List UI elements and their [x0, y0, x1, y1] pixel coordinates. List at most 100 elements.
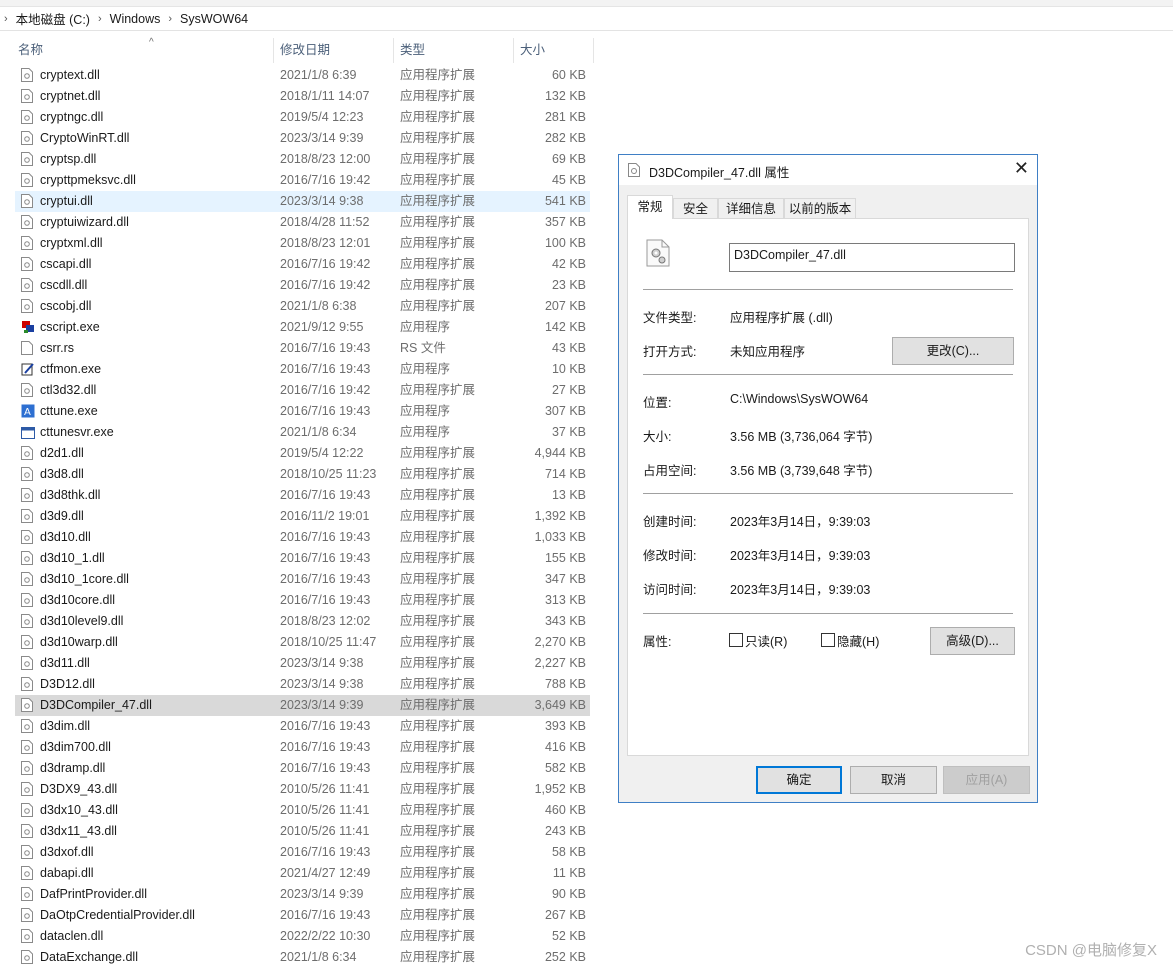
- file-type: 应用程序扩展: [400, 509, 476, 523]
- dialog-title-bar[interactable]: D3DCompiler_47.dll 属性 ✕: [619, 155, 1037, 185]
- file-row[interactable]: d3dx10_43.dll 2010/5/26 11:41 应用程序扩展 460 KB: [15, 800, 590, 821]
- file-row[interactable]: D3DX9_43.dll 2010/5/26 11:41 应用程序扩展 1,952 K…: [15, 779, 590, 800]
- file-date: 2019/5/4 12:23: [280, 110, 364, 124]
- file-row[interactable]: dabapi.dll 2021/4/27 12:49 应用程序扩展 11 KB: [15, 863, 590, 884]
- breadcrumb-windows[interactable]: Windows: [106, 12, 165, 26]
- file-row[interactable]: cscdll.dll 2016/7/16 19:42 应用程序扩展 23 KB: [15, 275, 590, 296]
- tab-previous-versions[interactable]: 以前的版本: [784, 198, 856, 218]
- file-row[interactable]: dataclen.dll 2022/2/22 10:30 应用程序扩展 52 KB: [15, 926, 590, 947]
- file-name: d3d10warp.dll: [40, 635, 118, 649]
- chevron-right-icon[interactable]: ›: [0, 13, 12, 25]
- hidden-checkbox[interactable]: 隐藏(H): [821, 633, 891, 649]
- file-name: d3d8.dll: [40, 467, 84, 481]
- dll-file-icon: [21, 383, 33, 397]
- file-row[interactable]: D3D12.dll 2023/3/14 9:38 应用程序扩展 788 KB: [15, 674, 590, 695]
- column-header-size[interactable]: 大小: [514, 38, 594, 63]
- file-row[interactable]: DafPrintProvider.dll 2023/3/14 9:39 应用程序扩展…: [15, 884, 590, 905]
- file-row[interactable]: d3d10level9.dll 2018/8/23 12:02 应用程序扩展 343 …: [15, 611, 590, 632]
- file-row[interactable]: d3d10_1core.dll 2016/7/16 19:43 应用程序扩展 347 …: [15, 569, 590, 590]
- column-header-date[interactable]: 修改日期: [274, 38, 394, 63]
- file-row[interactable]: d3dxof.dll 2016/7/16 19:43 应用程序扩展 58 KB: [15, 842, 590, 863]
- file-row[interactable]: ctl3d32.dll 2016/7/16 19:42 应用程序扩展 27 KB: [15, 380, 590, 401]
- file-date: 2018/8/23 12:00: [280, 152, 371, 166]
- file-size: 1,392 KB: [534, 509, 586, 523]
- file-row[interactable]: d3dramp.dll 2016/7/16 19:43 应用程序扩展 582 KB: [15, 758, 590, 779]
- file-row[interactable]: cryptext.dll 2021/1/8 6:39 应用程序扩展 60 KB: [15, 65, 590, 86]
- file-row[interactable]: d3d10warp.dll 2018/10/25 11:47 应用程序扩展 2,270…: [15, 632, 590, 653]
- file-type: 应用程序扩展: [400, 824, 476, 838]
- file-row[interactable]: cryptuiwizard.dll 2018/4/28 11:52 应用程序扩展 35…: [15, 212, 590, 233]
- advanced-button[interactable]: 高级(D)...: [930, 627, 1015, 655]
- file-row[interactable]: d3dx11_43.dll 2010/5/26 11:41 应用程序扩展 243 KB: [15, 821, 590, 842]
- file-row[interactable]: d2d1.dll 2019/5/4 12:22 应用程序扩展 4,944 KB: [15, 443, 590, 464]
- file-row[interactable]: cryptnet.dll 2018/1/11 14:07 应用程序扩展 132 KB: [15, 86, 590, 107]
- file-size: 416 KB: [544, 740, 586, 754]
- change-button[interactable]: 更改(C)...: [892, 337, 1014, 365]
- column-header-name[interactable]: ^ 名称: [12, 37, 274, 63]
- address-bar[interactable]: › 本地磁盘 (C:) › Windows › SysWOW64: [0, 7, 1173, 31]
- file-type: 应用程序扩展: [400, 215, 476, 229]
- file-row[interactable]: cryptsp.dll 2018/8/23 12:00 应用程序扩展 69 KB: [15, 149, 590, 170]
- file-row[interactable]: d3d8thk.dll 2016/7/16 19:43 应用程序扩展 13 KB: [15, 485, 590, 506]
- file-row[interactable]: cryptxml.dll 2018/8/23 12:01 应用程序扩展 100 KB: [15, 233, 590, 254]
- file-row[interactable]: d3dim700.dll 2016/7/16 19:43 应用程序扩展 416 KB: [15, 737, 590, 758]
- checkbox-box[interactable]: [821, 633, 835, 647]
- dll-file-icon: [21, 908, 33, 922]
- file-row[interactable]: cttunesvr.exe 2021/1/8 6:34 应用程序 37 KB: [15, 422, 590, 443]
- file-date: 2016/7/16 19:43: [280, 551, 371, 565]
- file-row[interactable]: ctfmon.exe 2016/7/16 19:43 应用程序 10 KB: [15, 359, 590, 380]
- watermark: CSDN @电脑修复X: [1025, 942, 1157, 959]
- file-row[interactable]: d3d9.dll 2016/11/2 19:01 应用程序扩展 1,392 KB: [15, 506, 590, 527]
- file-row[interactable]: csrr.rs 2016/7/16 19:43 RS 文件 43 KB: [15, 338, 590, 359]
- file-size: 307 KB: [544, 404, 586, 418]
- file-type: 应用程序扩展: [400, 68, 476, 82]
- column-header-type[interactable]: 类型: [394, 38, 514, 63]
- close-icon[interactable]: ✕: [1014, 158, 1029, 179]
- dll-file-icon: [21, 68, 33, 82]
- file-row[interactable]: Acttune.exe 2016/7/16 19:43 应用程序 307 KB: [15, 401, 590, 422]
- ok-button[interactable]: 确定: [756, 766, 842, 794]
- file-row[interactable]: d3d8.dll 2018/10/25 11:23 应用程序扩展 714 KB: [15, 464, 590, 485]
- breadcrumb-drive[interactable]: 本地磁盘 (C:): [12, 9, 94, 28]
- breadcrumb-syswow64[interactable]: SysWOW64: [176, 12, 252, 26]
- file-type: 应用程序扩展: [400, 152, 476, 166]
- file-row[interactable]: d3d10_1.dll 2016/7/16 19:43 应用程序扩展 155 KB: [15, 548, 590, 569]
- file-name: DaOtpCredentialProvider.dll: [40, 908, 195, 922]
- file-row[interactable]: D3DCompiler_47.dll 2023/3/14 9:39 应用程序扩展 3,…: [15, 695, 590, 716]
- file-type: 应用程序: [400, 320, 451, 334]
- dll-file-icon: [21, 509, 33, 523]
- file-row[interactable]: cryptngc.dll 2019/5/4 12:23 应用程序扩展 281 KB: [15, 107, 590, 128]
- file-row[interactable]: DaOtpCredentialProvider.dll 2016/7/16 19:…: [15, 905, 590, 926]
- readonly-checkbox[interactable]: 只读(R): [729, 633, 799, 649]
- file-row[interactable]: d3d10.dll 2016/7/16 19:43 应用程序扩展 1,033 KB: [15, 527, 590, 548]
- dll-file-icon: [21, 89, 33, 103]
- checkbox-box[interactable]: [729, 633, 743, 647]
- chevron-right-icon[interactable]: ›: [94, 13, 106, 25]
- file-date: 2023/3/14 9:39: [280, 131, 364, 145]
- file-date: 2018/4/28 11:52: [280, 215, 370, 229]
- tab-security[interactable]: 安全: [673, 198, 718, 218]
- file-row[interactable]: cscobj.dll 2021/1/8 6:38 应用程序扩展 207 KB: [15, 296, 590, 317]
- tab-details[interactable]: 详细信息: [718, 198, 784, 218]
- filename-field[interactable]: D3DCompiler_47.dll: [729, 243, 1015, 272]
- chevron-right-icon[interactable]: ›: [164, 13, 176, 25]
- file-row[interactable]: d3d11.dll 2023/3/14 9:38 应用程序扩展 2,227 KB: [15, 653, 590, 674]
- dll-file-icon: [21, 866, 33, 880]
- file-row[interactable]: cryptui.dll 2023/3/14 9:38 应用程序扩展 541 KB: [15, 191, 590, 212]
- file-row[interactable]: d3dim.dll 2016/7/16 19:43 应用程序扩展 393 KB: [15, 716, 590, 737]
- file-row[interactable]: CryptoWinRT.dll 2023/3/14 9:39 应用程序扩展 282 K…: [15, 128, 590, 149]
- file-size: 2,270 KB: [534, 635, 586, 649]
- file-row[interactable]: cscript.exe 2021/9/12 9:55 应用程序 142 KB: [15, 317, 590, 338]
- dll-file-icon: [21, 257, 33, 271]
- file-name: d3d10level9.dll: [40, 614, 124, 628]
- file-row[interactable]: crypttpmeksvc.dll 2016/7/16 19:42 应用程序扩展 45…: [15, 170, 590, 191]
- apply-button[interactable]: 应用(A): [943, 766, 1030, 794]
- file-row[interactable]: d3d10core.dll 2016/7/16 19:43 应用程序扩展 313 KB: [15, 590, 590, 611]
- file-row[interactable]: cscapi.dll 2016/7/16 19:42 应用程序扩展 42 KB: [15, 254, 590, 275]
- dll-file-icon: [21, 761, 33, 775]
- file-type: 应用程序扩展: [400, 467, 476, 481]
- tab-general[interactable]: 常规: [627, 195, 673, 219]
- cancel-button[interactable]: 取消: [850, 766, 937, 794]
- file-row[interactable]: DataExchange.dll 2021/1/8 6:34 应用程序扩展 252 K…: [15, 947, 590, 968]
- file-name: cryptext.dll: [40, 68, 100, 82]
